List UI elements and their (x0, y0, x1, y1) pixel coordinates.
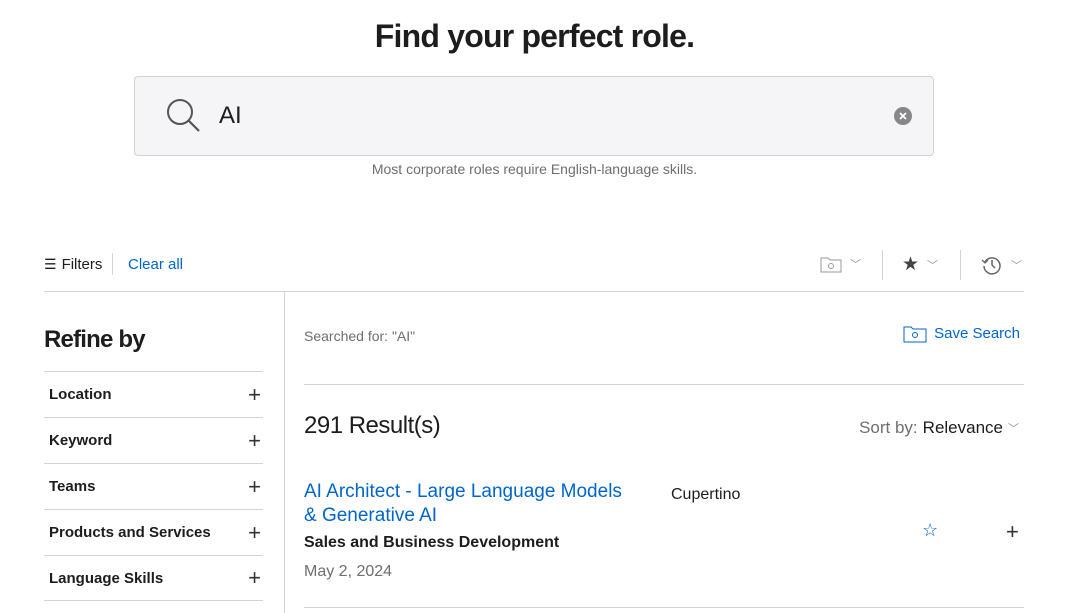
filter-teams[interactable]: Teams + (44, 463, 263, 509)
clear-icon[interactable] (894, 107, 912, 125)
history-dropdown[interactable]: ﹀ (981, 254, 1022, 276)
filters-button[interactable]: ☰ Filters (44, 256, 102, 273)
job-team: Sales and Business Development (304, 534, 560, 551)
divider (304, 384, 1024, 385)
job-location: Cupertino (671, 486, 741, 503)
expand-plus-icon[interactable]: + (1006, 519, 1019, 545)
page-title: Find your perfect role. (374, 18, 695, 54)
filter-label: Keyword (49, 432, 113, 449)
filter-location[interactable]: Location + (44, 371, 263, 417)
divider (284, 291, 285, 613)
filter-label: Language Skills (49, 569, 164, 587)
refine-by-heading: Refine by (44, 326, 146, 353)
save-search-button[interactable]: Save Search (903, 324, 1020, 343)
results-count: 291 Result(s) (304, 412, 441, 439)
searched-for: Searched for: "AI" (304, 328, 416, 344)
history-icon (981, 257, 1001, 275)
sort-value: Relevance (922, 418, 1003, 437)
filter-language-skills[interactable]: Language Skills + (44, 555, 263, 601)
star-icon: ★ (902, 254, 920, 275)
job-date: May 2, 2024 (304, 563, 393, 580)
divider (882, 250, 883, 280)
favorites-dropdown[interactable]: ★ ﹀ (902, 253, 938, 276)
filter-label: Location (49, 386, 112, 403)
divider (44, 291, 1024, 292)
filters-label: Filters (61, 256, 103, 273)
plus-icon: + (248, 473, 261, 499)
save-search-label: Save Search (934, 325, 1020, 342)
divider (304, 607, 1024, 608)
saved-search-folder-icon (820, 257, 842, 273)
saved-search-folder-icon (903, 326, 927, 343)
job-title-link[interactable]: AI Architect - Large Language Models & G… (304, 480, 624, 528)
filter-label: Products and Services (49, 524, 211, 541)
chevron-down-icon: ﹀ (1008, 423, 1019, 435)
search-input[interactable] (219, 97, 859, 135)
search-hint: Most corporate roles require English-lan… (371, 161, 698, 177)
list-icon: ☰ (44, 256, 57, 272)
plus-icon: + (248, 519, 261, 545)
sort-dropdown[interactable]: Sort by: Relevance ﹀ (859, 418, 1019, 438)
clear-all-link[interactable]: Clear all (128, 256, 183, 273)
divider (112, 253, 113, 275)
saved-searches-dropdown[interactable]: ﹀ (820, 255, 861, 273)
filter-products-and-services[interactable]: Products and Services + (44, 509, 263, 555)
filter-keyword[interactable]: Keyword + (44, 417, 263, 463)
plus-icon: + (248, 427, 261, 453)
filter-label: Teams (49, 478, 96, 495)
chevron-down-icon: ﹀ (927, 259, 939, 272)
search-box (134, 76, 934, 156)
chevron-down-icon: ﹀ (850, 259, 861, 271)
search-icon (167, 99, 200, 132)
divider (960, 250, 961, 280)
plus-icon: + (248, 565, 261, 590)
favorite-star-icon[interactable]: ☆ (922, 520, 938, 541)
chevron-down-icon: ﹀ (1011, 260, 1022, 272)
plus-icon: + (248, 381, 261, 407)
sort-label: Sort by: (859, 418, 918, 437)
